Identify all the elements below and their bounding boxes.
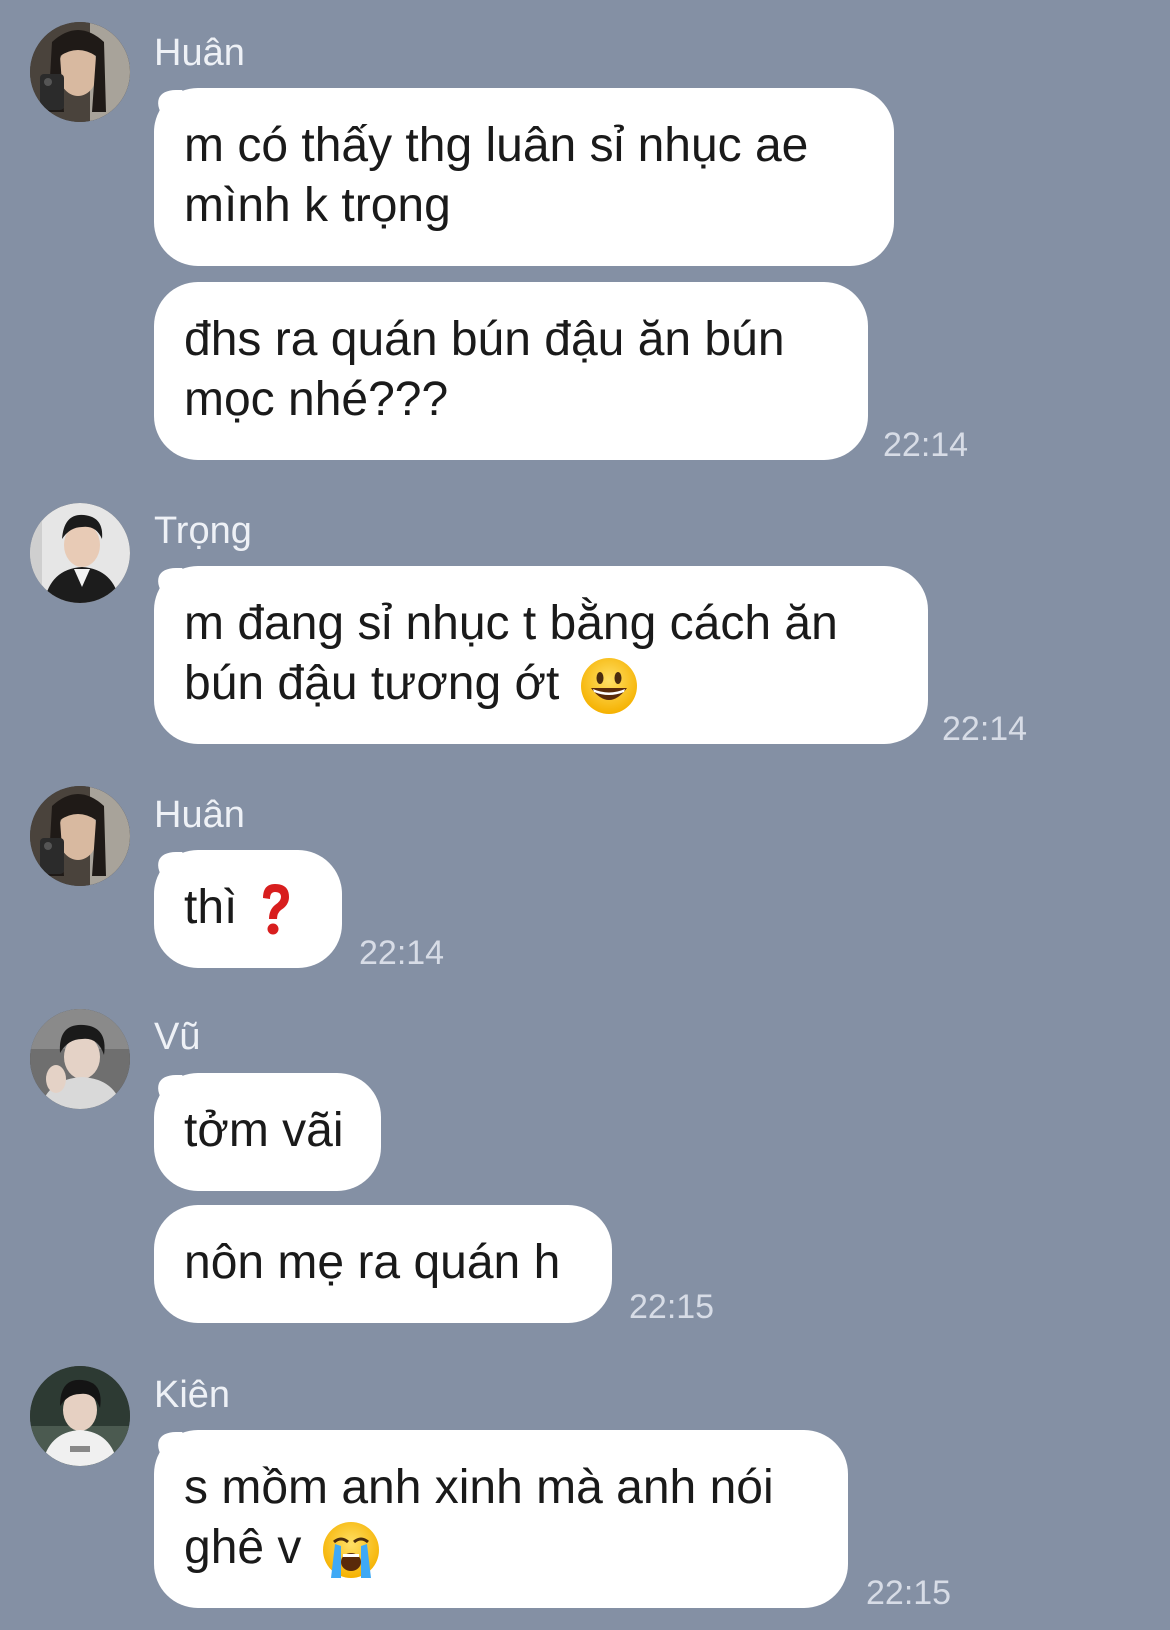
message-timestamp: 22:14 xyxy=(942,710,1028,748)
avatar-huan[interactable] xyxy=(30,786,130,886)
message-text: s mồm anh xinh mà anh nói xyxy=(184,1461,774,1514)
avatar-trong[interactable] xyxy=(30,503,130,603)
loudly-crying-face-emoji-icon xyxy=(321,1520,381,1580)
message-bubble[interactable]: nôn mẹ ra quán h xyxy=(154,1205,612,1323)
message-bubble[interactable]: tởm vãi xyxy=(154,1073,381,1191)
avatar-vu[interactable] xyxy=(30,1009,130,1109)
message-text: mình k trọng xyxy=(184,179,451,232)
message-bubble[interactable]: đhs ra quán bún đậu ăn bún mọc nhé??? xyxy=(154,282,868,460)
message-text: mọc nhé??? xyxy=(184,373,449,426)
message-bubble[interactable]: s mồm anh xinh mà anh nói ghê v xyxy=(154,1430,848,1608)
sender-name-trong: Trọng xyxy=(154,510,252,552)
message-text: đhs ra quán bún đậu ăn bún xyxy=(184,313,785,366)
message-bubble[interactable]: m đang sỉ nhục t bằng cách ăn bún đậu tư… xyxy=(154,566,928,744)
grinning-face-emoji-icon xyxy=(579,656,639,716)
message-text: ghê v xyxy=(184,1521,302,1574)
message-text: m có thấy thg luân sỉ nhục ae xyxy=(184,119,809,172)
sender-name-huan: Huân xyxy=(154,794,245,836)
message-timestamp: 22:14 xyxy=(883,426,969,464)
message-timestamp: 22:15 xyxy=(866,1574,952,1612)
message-bubble[interactable]: thì xyxy=(154,850,342,968)
avatar-huan[interactable] xyxy=(30,22,130,122)
sender-name-huan: Huân xyxy=(154,32,245,74)
chat-thread: Huân m có thấy thg luân sỉ nhục ae mình … xyxy=(0,0,1170,1630)
avatar-kien[interactable] xyxy=(30,1366,130,1466)
sender-name-vu: Vũ xyxy=(154,1016,201,1058)
message-timestamp: 22:15 xyxy=(629,1288,715,1326)
message-text: thì xyxy=(184,881,238,934)
message-bubble[interactable]: m có thấy thg luân sỉ nhục ae mình k trọ… xyxy=(154,88,894,266)
message-text: nôn mẹ ra quán h xyxy=(184,1236,561,1289)
message-text: tởm vãi xyxy=(184,1104,344,1157)
sender-name-kien: Kiên xyxy=(154,1374,231,1416)
message-text: m đang sỉ nhục t bằng cách ăn xyxy=(184,597,838,650)
message-text: bún đậu tương ớt xyxy=(184,657,560,710)
message-timestamp: 22:14 xyxy=(359,934,445,972)
red-question-mark-emoji-icon xyxy=(257,882,293,938)
